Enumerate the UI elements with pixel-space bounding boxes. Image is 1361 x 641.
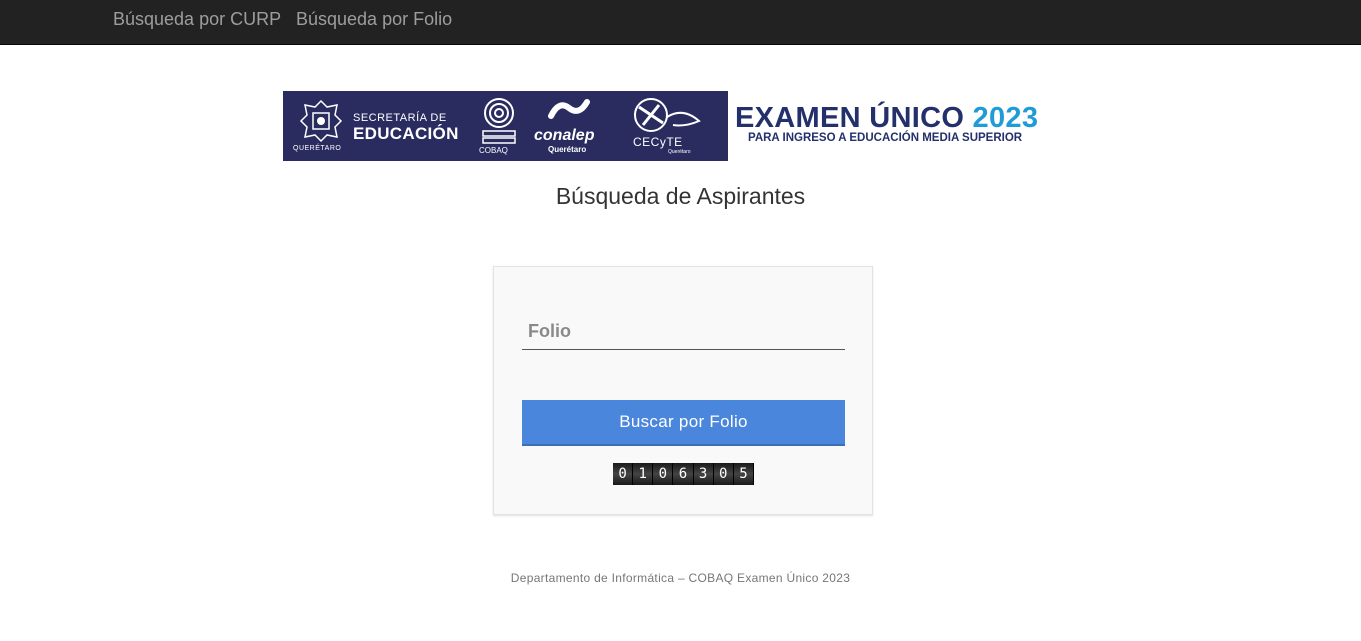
exam-title-text: EXAMEN ÚNICO bbox=[735, 102, 965, 134]
conalep-logo-icon bbox=[548, 99, 590, 119]
queretaro-label: QUERÉTARO bbox=[293, 145, 342, 152]
secretaria-big-label: EDUCACIÓN bbox=[353, 124, 459, 143]
footer-text: Departamento de Informática – COBAQ Exam… bbox=[510, 571, 851, 585]
conalep-label: conalep bbox=[534, 127, 595, 144]
header-banner: QUERÉTARO SECRETARÍA DE EDUCACIÓN COBAQ … bbox=[283, 91, 1078, 161]
exam-year: 2023 bbox=[972, 102, 1039, 134]
folio-input[interactable] bbox=[522, 314, 845, 350]
institution-logos-strip: QUERÉTARO SECRETARÍA DE EDUCACIÓN COBAQ … bbox=[283, 91, 728, 161]
counter-digit: 5 bbox=[733, 463, 754, 485]
cecyte-label: CECyTE bbox=[633, 135, 683, 149]
page-title: Búsqueda de Aspirantes bbox=[555, 183, 806, 209]
search-by-folio-button[interactable]: Buscar por Folio bbox=[522, 400, 845, 446]
top-navbar: Búsqueda por CURP Búsqueda por Folio bbox=[0, 0, 1361, 45]
nav-link-curp-search[interactable]: Búsqueda por CURP bbox=[113, 9, 281, 30]
counter-digit: 0 bbox=[713, 463, 734, 485]
counter-digit: 0 bbox=[653, 463, 674, 485]
cecyte-sublabel: Querétaro bbox=[668, 149, 691, 155]
counter-digit: 6 bbox=[673, 463, 694, 485]
cobaq-logo-icon bbox=[482, 98, 516, 144]
exam-subtitle: PARA INGRESO A EDUCACIÓN MEDIA SUPERIOR bbox=[748, 132, 1023, 144]
queretaro-coat-of-arms-icon bbox=[299, 99, 343, 143]
counter-digit: 1 bbox=[633, 463, 654, 485]
cecyte-logo-icon bbox=[634, 98, 701, 132]
nav-link-folio-search[interactable]: Búsqueda por Folio bbox=[296, 9, 452, 30]
secretaria-small-label: SECRETARÍA DE bbox=[353, 112, 447, 124]
counter-digit: 0 bbox=[613, 463, 634, 485]
counter-digit: 3 bbox=[693, 463, 714, 485]
secretaria-logo-text: SECRETARÍA DE EDUCACIÓN bbox=[353, 112, 459, 144]
cobaq-label: COBAQ bbox=[479, 146, 508, 155]
exam-title: EXAMEN ÚNICO 2023 bbox=[735, 102, 1038, 135]
conalep-sublabel: Querétaro bbox=[548, 145, 587, 154]
search-card: Buscar por Folio 0 1 0 6 3 0 5 bbox=[493, 266, 873, 515]
visit-counter: 0 1 0 6 3 0 5 bbox=[613, 463, 754, 485]
